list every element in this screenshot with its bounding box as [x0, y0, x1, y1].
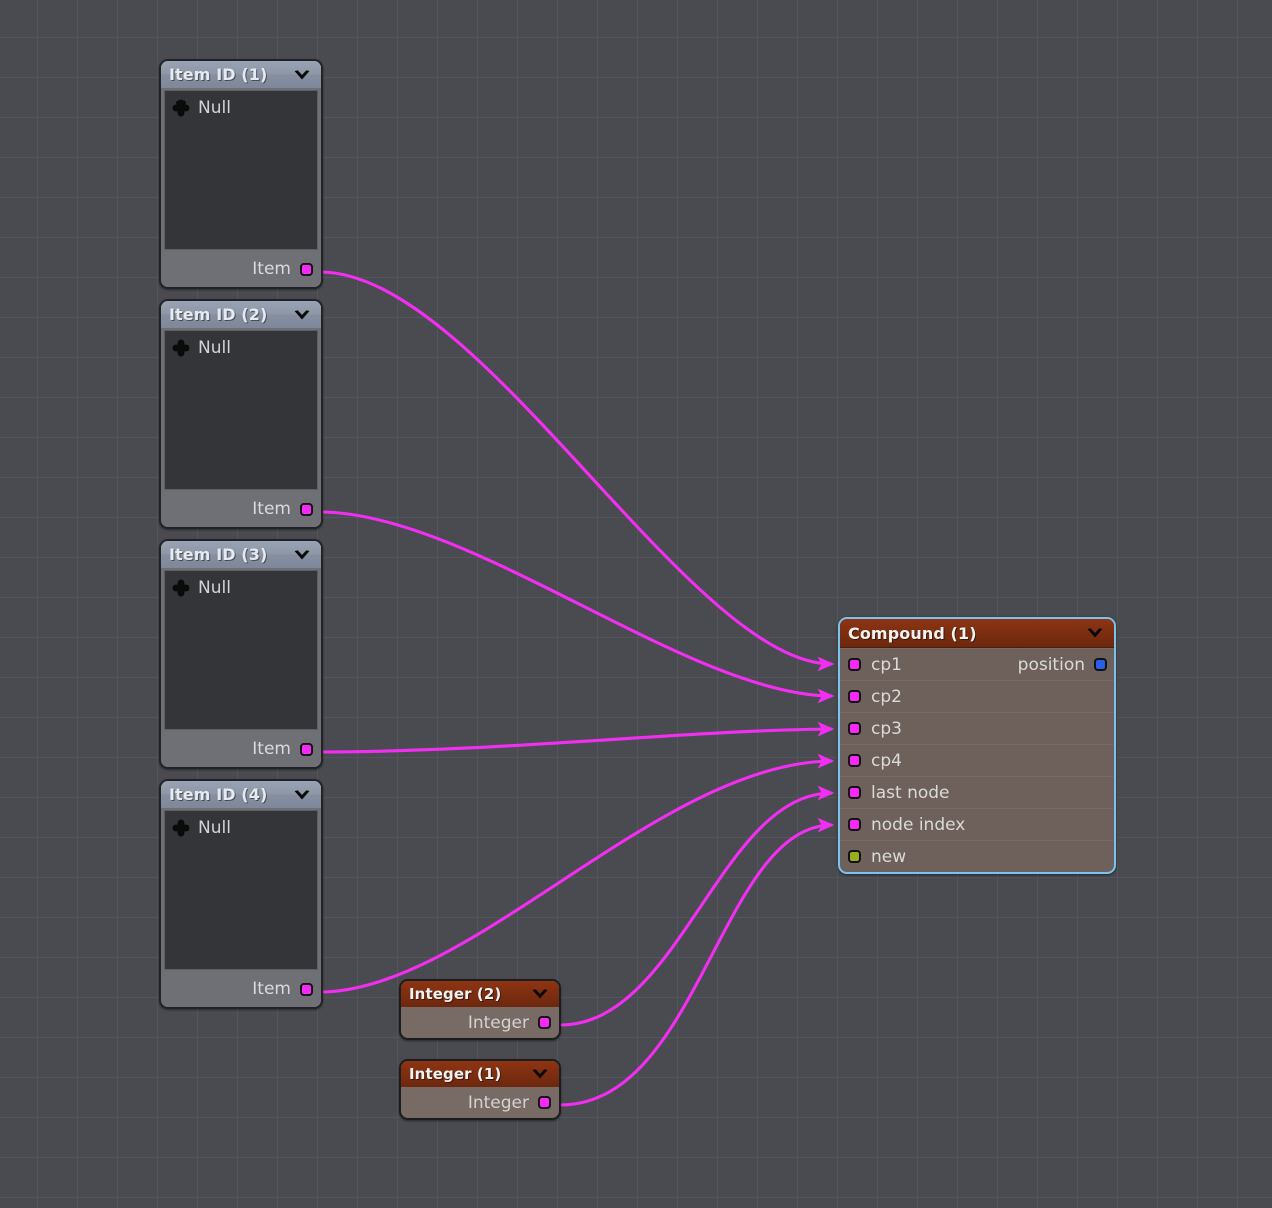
- chevron-down-icon[interactable]: [1084, 622, 1106, 644]
- chevron-down-icon[interactable]: [291, 304, 313, 326]
- node-item-id-2[interactable]: Item ID (2) Null Item: [159, 299, 323, 529]
- output-socket-integer[interactable]: [538, 1016, 551, 1029]
- node-header[interactable]: Compound (1): [840, 619, 1114, 648]
- chevron-down-icon[interactable]: [529, 1063, 551, 1085]
- chevron-down-icon[interactable]: [291, 544, 313, 566]
- socket-row-cp3[interactable]: cp3: [840, 712, 1114, 744]
- node-title: Integer (2): [409, 985, 502, 1003]
- content-label: Null: [198, 98, 231, 118]
- node-integer-1[interactable]: Integer (1) Integer: [399, 1059, 561, 1120]
- content-label: Null: [198, 818, 231, 838]
- node-content-panel[interactable]: Null: [164, 90, 318, 250]
- output-label: Integer: [467, 1092, 529, 1113]
- wire-integer1-nodeindex: [559, 817, 835, 1107]
- content-row-null[interactable]: Null: [165, 575, 317, 601]
- output-socket-position[interactable]: [1094, 658, 1107, 671]
- wire-integer2-lastnode: [559, 785, 835, 1027]
- node-item-id-3[interactable]: Item ID (3) Null Item: [159, 539, 323, 769]
- node-item-id-4[interactable]: Item ID (4) Null Item: [159, 779, 323, 1009]
- content-row-null[interactable]: Null: [165, 95, 317, 121]
- input-socket-cp1[interactable]: [848, 658, 861, 671]
- input-socket-cp3[interactable]: [848, 722, 861, 735]
- output-socket-item[interactable]: [300, 742, 313, 756]
- output-socket-item[interactable]: [300, 982, 313, 996]
- output-label: Item: [252, 739, 291, 759]
- node-content-panel[interactable]: Null: [164, 330, 318, 490]
- node-content-panel[interactable]: Null: [164, 570, 318, 730]
- node-output-row[interactable]: Item: [161, 971, 321, 1007]
- node-header[interactable]: Item ID (1): [161, 61, 321, 88]
- cross-plus-icon: [172, 99, 190, 117]
- socket-row-node-index[interactable]: node index: [840, 808, 1114, 840]
- wire-item2-cp2: [319, 510, 835, 704]
- chevron-down-icon[interactable]: [291, 64, 313, 86]
- chevron-down-icon[interactable]: [291, 784, 313, 806]
- content-row-null[interactable]: Null: [165, 815, 317, 841]
- output-socket-item[interactable]: [300, 262, 313, 276]
- content-label: Null: [198, 578, 231, 598]
- input-label-last-node: last node: [871, 782, 950, 803]
- input-socket-node-index[interactable]: [848, 818, 861, 831]
- node-header[interactable]: Integer (2): [401, 981, 559, 1007]
- node-integer-2[interactable]: Integer (2) Integer: [399, 979, 561, 1040]
- node-title: Item ID (4): [169, 785, 268, 804]
- node-output-row[interactable]: Integer: [401, 1007, 559, 1038]
- node-header[interactable]: Item ID (3): [161, 541, 321, 568]
- chevron-down-icon[interactable]: [529, 983, 551, 1005]
- output-label: Item: [252, 259, 291, 279]
- output-label-position: position: [1017, 654, 1085, 675]
- node-title: Item ID (2): [169, 305, 268, 324]
- input-socket-last-node[interactable]: [848, 786, 861, 799]
- node-header[interactable]: Integer (1): [401, 1061, 559, 1087]
- content-label: Null: [198, 338, 231, 358]
- output-group-position[interactable]: position: [1018, 655, 1114, 675]
- input-label-node-index: node index: [871, 814, 966, 835]
- cross-plus-icon: [172, 819, 190, 837]
- socket-row-cp4[interactable]: cp4: [840, 744, 1114, 776]
- output-socket-integer[interactable]: [538, 1096, 551, 1109]
- node-title: Item ID (3): [169, 545, 268, 564]
- input-socket-cp4[interactable]: [848, 754, 861, 767]
- output-label: Integer: [467, 1012, 529, 1033]
- input-socket-cp2[interactable]: [848, 690, 861, 703]
- socket-row-new[interactable]: new: [840, 840, 1114, 872]
- node-output-row[interactable]: Item: [161, 251, 321, 287]
- node-title: Integer (1): [409, 1065, 502, 1083]
- node-item-id-1[interactable]: Item ID (1) Null Item: [159, 59, 323, 289]
- node-graph-canvas[interactable]: Item ID (1) Null Item Item ID (2) Null I…: [0, 0, 1272, 1208]
- input-label-cp1: cp1: [871, 654, 902, 675]
- wire-item4-cp4: [319, 753, 835, 994]
- output-socket-item[interactable]: [300, 502, 313, 516]
- node-header[interactable]: Item ID (4): [161, 781, 321, 808]
- node-header[interactable]: Item ID (2): [161, 301, 321, 328]
- input-label-new: new: [871, 846, 907, 867]
- socket-row-cp2[interactable]: cp2: [840, 680, 1114, 712]
- input-label-cp3: cp3: [871, 718, 902, 739]
- node-output-row[interactable]: Item: [161, 491, 321, 527]
- input-label-cp2: cp2: [871, 686, 902, 707]
- node-output-row[interactable]: Item: [161, 731, 321, 767]
- cross-plus-icon: [172, 579, 190, 597]
- node-title: Compound (1): [848, 623, 977, 643]
- node-compound-1[interactable]: Compound (1) cp1 position cp2 cp3 cp4 la…: [838, 617, 1116, 874]
- node-content-panel[interactable]: Null: [164, 810, 318, 970]
- socket-row-last-node[interactable]: last node: [840, 776, 1114, 808]
- output-label: Item: [252, 979, 291, 999]
- input-socket-new[interactable]: [848, 850, 861, 863]
- content-row-null[interactable]: Null: [165, 335, 317, 361]
- node-output-row[interactable]: Integer: [401, 1087, 559, 1118]
- node-title: Item ID (1): [169, 65, 268, 84]
- cross-plus-icon: [172, 339, 190, 357]
- socket-row-cp1[interactable]: cp1 position: [840, 648, 1114, 680]
- input-label-cp4: cp4: [871, 750, 902, 771]
- wire-item1-cp1: [319, 270, 835, 672]
- output-label: Item: [252, 499, 291, 519]
- wire-item3-cp3: [319, 721, 835, 754]
